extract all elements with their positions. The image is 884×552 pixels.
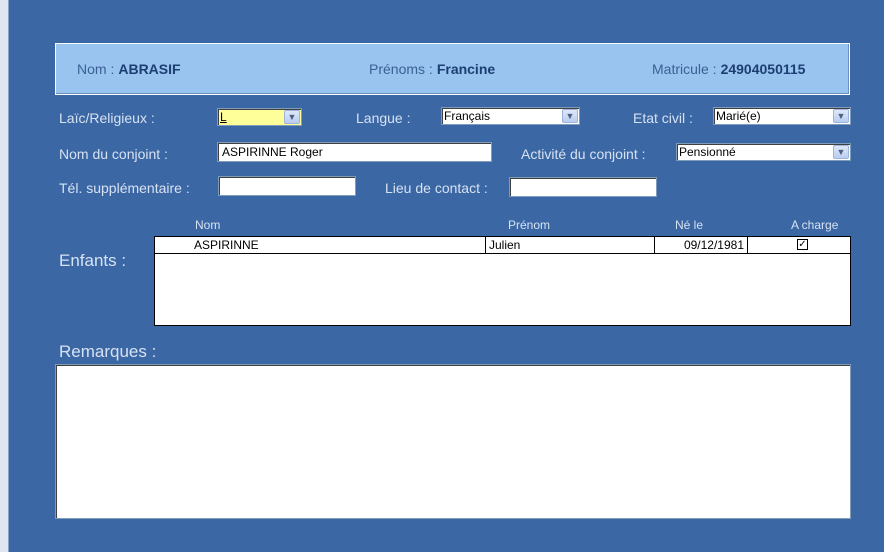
langue-select[interactable]: Français ▼	[441, 107, 580, 125]
etat-civil-select[interactable]: Marié(e) ▼	[713, 107, 851, 125]
tel-label: Tél. supplémentaire :	[59, 180, 190, 196]
nom-header: Nom : ABRASIF	[77, 61, 181, 77]
col-nom: Nom	[195, 218, 221, 232]
laic-label: Laïc/Religieux :	[59, 110, 155, 126]
enfants-label: Enfants :	[59, 251, 127, 270]
table-row[interactable]: ASPIRINNE Julien 09/12/1981 ✓	[155, 237, 850, 254]
row-selector[interactable]	[155, 237, 191, 253]
conjoint-label: Nom du conjoint :	[59, 146, 168, 162]
cell-nom[interactable]: ASPIRINNE	[191, 237, 486, 253]
matricule-header: Matricule :24904050115	[652, 61, 805, 77]
cell-a-charge[interactable]: ✓	[747, 237, 850, 253]
remarques-textarea[interactable]	[55, 364, 851, 519]
etat-civil-select-value: Marié(e)	[716, 109, 761, 123]
col-ne-le: Né le	[675, 218, 704, 232]
lieu-label: Lieu de contact :	[385, 180, 488, 196]
activite-select-value: Pensionné	[679, 145, 736, 159]
employee-header: Nom : ABRASIF Prénoms : Francine Matricule…	[55, 43, 850, 95]
langue-select-value: Français	[444, 109, 491, 123]
prenoms-header: Prénoms : Francine	[369, 61, 495, 77]
window-left-border	[0, 0, 9, 552]
laic-select-value: L	[220, 110, 227, 124]
cell-prenom[interactable]: Julien	[485, 237, 654, 253]
cell-ne-le[interactable]: 09/12/1981	[654, 237, 747, 253]
chevron-down-icon[interactable]: ▼	[833, 145, 849, 159]
col-prenom: Prénom	[508, 218, 551, 232]
remarques-label: Remarques :	[59, 342, 157, 361]
etat-civil-label: Etat civil :	[633, 110, 693, 126]
enfants-grid[interactable]: ASPIRINNE Julien 09/12/1981 ✓	[154, 236, 851, 326]
chevron-down-icon[interactable]: ▼	[562, 109, 578, 123]
prenoms-header-value: Francine	[436, 61, 496, 77]
col-a-charge: A charge	[791, 218, 839, 232]
conjoint-input[interactable]: ASPIRINNE Roger	[217, 142, 492, 162]
laic-select[interactable]: L ▼	[217, 108, 302, 126]
matricule-header-label: Matricule :	[652, 61, 717, 77]
chevron-down-icon[interactable]: ▼	[833, 109, 849, 123]
langue-label: Langue :	[356, 110, 411, 126]
prenoms-header-label: Prénoms :	[369, 61, 433, 77]
matricule-header-value: 24904050115	[720, 61, 806, 77]
nom-header-value: ABRASIF	[118, 61, 181, 77]
checkmark-icon[interactable]: ✓	[797, 239, 808, 250]
lieu-input[interactable]	[509, 177, 657, 197]
activite-label: Activité du conjoint :	[521, 146, 646, 162]
nom-header-label: Nom :	[77, 61, 115, 77]
chevron-down-icon[interactable]: ▼	[284, 110, 300, 124]
activite-select[interactable]: Pensionné ▼	[676, 143, 851, 161]
tel-input[interactable]	[218, 176, 356, 196]
